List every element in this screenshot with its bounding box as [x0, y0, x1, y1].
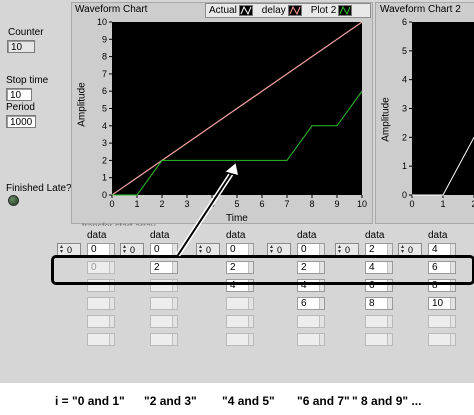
caption-4: " 8 and 9" ...	[352, 394, 422, 408]
caption-0: i = "0 and 1"	[55, 394, 125, 408]
caption-3: "6 and 7"	[297, 394, 350, 408]
annotation-arrow	[175, 160, 240, 257]
caption-2: "4 and 5"	[222, 394, 275, 408]
caption-strip: i = "0 and 1" "2 and 3" "4 and 5" "6 and…	[0, 383, 474, 415]
caption-1: "2 and 3"	[144, 394, 197, 408]
